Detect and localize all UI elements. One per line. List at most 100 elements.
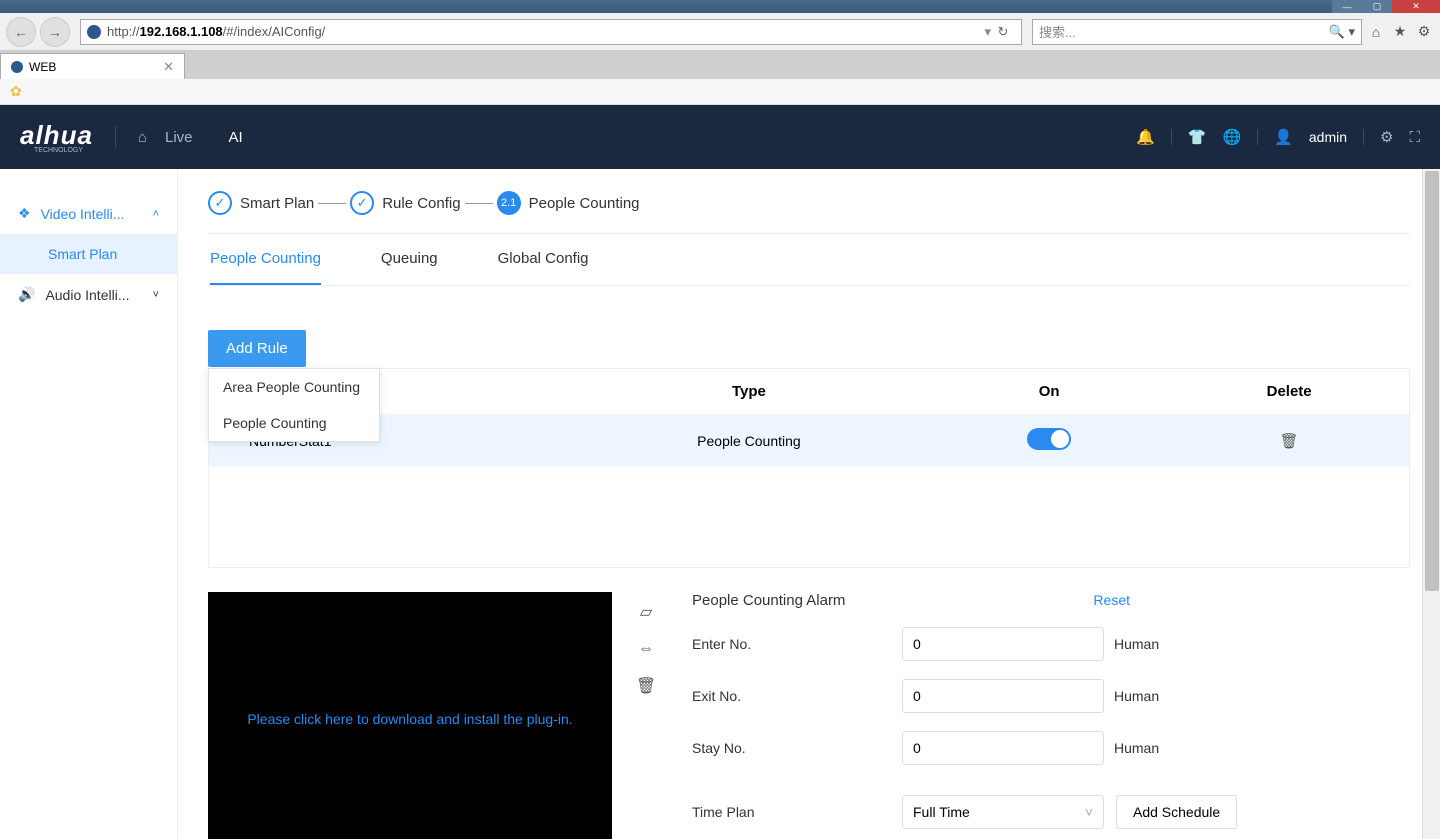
plugin-install-link[interactable]: Please click here to download and instal… <box>247 711 572 727</box>
step-badge: 2.1 <box>497 191 521 215</box>
label-stay-no: Stay No. <box>692 740 902 756</box>
sidebar-label: Audio Intelli... <box>45 287 129 303</box>
move-icon[interactable]: ⇔ <box>638 640 654 658</box>
favorites-icon[interactable]: ★ <box>1390 23 1410 40</box>
select-time-plan[interactable]: Full Time ˅ <box>902 795 1104 829</box>
browser-tab-strip: WEB ✕ <box>0 51 1440 79</box>
audio-icon: 🔊 <box>18 286 35 303</box>
tab-close-icon[interactable]: ✕ <box>163 59 174 75</box>
logo: alhua TECHNOLOGY <box>20 120 93 154</box>
col-type: Type <box>569 369 929 415</box>
polygon-icon[interactable]: ▱ <box>640 602 652 622</box>
alarm-form: People Counting Alarm Reset Enter No. Hu… <box>680 592 1410 839</box>
tab-global-config[interactable]: Global Config <box>498 234 589 285</box>
input-stay-no[interactable] <box>902 731 1104 765</box>
url-bar[interactable]: http://192.168.1.108/#/index/AIConfig/ ▾… <box>80 19 1022 45</box>
forward-button[interactable]: → <box>40 17 70 47</box>
window-minimize-button[interactable]: — <box>1332 0 1362 13</box>
form-row-exit: Exit No. Human <box>692 679 1410 713</box>
vertical-scrollbar[interactable] <box>1422 169 1440 839</box>
unit-human: Human <box>1114 740 1159 756</box>
step-smart-plan[interactable]: ✓ Smart Plan <box>208 191 314 215</box>
browser-tab[interactable]: WEB ✕ <box>0 53 185 79</box>
step-people-counting[interactable]: 2.1 People Counting <box>497 191 640 215</box>
table-row[interactable]: NumberStat1 People Counting 🗑 <box>209 414 1410 467</box>
tab-queuing[interactable]: Queuing <box>381 234 438 285</box>
cell-type: People Counting <box>569 414 929 467</box>
breadcrumb-steps: ✓ Smart Plan ✓ Rule Config 2.1 People Co… <box>208 169 1410 234</box>
user-label[interactable]: admin <box>1309 129 1347 145</box>
form-row-stay: Stay No. Human <box>692 731 1410 765</box>
step-label: Smart Plan <box>240 195 314 212</box>
divider <box>1171 129 1172 145</box>
form-row-time-plan: Time Plan Full Time ˅ Add Schedule <box>692 795 1410 829</box>
trash-icon[interactable]: 🗑 <box>1280 433 1299 450</box>
input-exit-no[interactable] <box>902 679 1104 713</box>
shirt-icon[interactable]: 👕 <box>1188 128 1207 146</box>
chevron-down-icon: ˅ <box>153 289 159 301</box>
step-rule-config[interactable]: ✓ Rule Config <box>350 191 460 215</box>
add-rule-button[interactable]: Add Rule <box>208 330 306 367</box>
divider <box>1257 129 1258 145</box>
window-maximize-button[interactable]: ▢ <box>1362 0 1392 13</box>
trash-icon[interactable]: 🗑 <box>636 676 656 696</box>
form-title: People Counting Alarm <box>692 592 845 609</box>
sidebar-label: Video Intelli... <box>41 206 125 222</box>
cube-icon: ❖ <box>18 205 31 222</box>
bookmark-star-icon[interactable]: ✿ <box>10 83 22 100</box>
table-header-row: Name Type On Delete <box>209 369 1410 415</box>
nav-live[interactable]: Live <box>147 129 211 146</box>
tab-people-counting[interactable]: People Counting <box>210 234 321 285</box>
search-placeholder: 搜索... <box>1039 22 1076 41</box>
col-delete: Delete <box>1169 369 1409 415</box>
scrollbar-thumb[interactable] <box>1425 171 1439 591</box>
dropdown-item-area-people-counting[interactable]: Area People Counting <box>209 369 379 405</box>
sidebar-item-audio-intelli[interactable]: 🔊 Audio Intelli... ˅ <box>0 274 177 315</box>
settings-gear-icon[interactable]: ⚙ <box>1414 23 1434 40</box>
browser-search-bar[interactable]: 搜索... 🔍 ▾ <box>1032 19 1362 45</box>
browser-titlebar: — ▢ ✕ <box>0 0 1440 13</box>
toggle-on[interactable] <box>1027 428 1071 450</box>
config-row: Please click here to download and instal… <box>208 592 1410 839</box>
label-exit-no: Exit No. <box>692 688 902 704</box>
label-enter-no: Enter No. <box>692 636 902 652</box>
bell-icon[interactable]: 🔔 <box>1136 128 1155 146</box>
home-nav-icon[interactable]: ⌂ <box>138 129 147 146</box>
window-controls: — ▢ ✕ <box>1332 0 1440 13</box>
fullscreen-icon[interactable]: ⛶ <box>1409 129 1420 146</box>
cell-delete: 🗑 <box>1169 414 1409 467</box>
refresh-button[interactable]: ↻ <box>991 24 1015 40</box>
content: ✓ Smart Plan ✓ Rule Config 2.1 People Co… <box>178 169 1440 839</box>
back-button[interactable]: ← <box>6 17 36 47</box>
browser-toolbar: ← → http://192.168.1.108/#/index/AIConfi… <box>0 13 1440 51</box>
step-label: Rule Config <box>382 195 460 212</box>
window-close-button[interactable]: ✕ <box>1392 0 1440 13</box>
nav-ai[interactable]: AI <box>211 129 261 146</box>
sidebar-item-video-intelli[interactable]: ❖ Video Intelli... ˄ <box>0 193 177 234</box>
form-header: People Counting Alarm Reset <box>692 592 1410 609</box>
video-preview[interactable]: Please click here to download and instal… <box>208 592 612 839</box>
gear-icon[interactable]: ⚙ <box>1380 128 1393 146</box>
bookmark-bar: ✿ <box>0 79 1440 105</box>
cell-on <box>929 414 1169 467</box>
unit-human: Human <box>1114 636 1159 652</box>
header-divider <box>115 126 116 148</box>
add-schedule-button[interactable]: Add Schedule <box>1116 795 1237 829</box>
form-row-enter: Enter No. Human <box>692 627 1410 661</box>
reset-link[interactable]: Reset <box>1093 592 1130 608</box>
dropdown-item-people-counting[interactable]: People Counting <box>209 405 379 441</box>
divider <box>1363 129 1364 145</box>
tab-favicon-icon <box>11 61 23 73</box>
sidebar-sub-smart-plan[interactable]: Smart Plan <box>0 234 177 274</box>
unit-human: Human <box>1114 688 1159 704</box>
site-favicon-icon <box>87 25 101 39</box>
globe-icon[interactable]: 🌐 <box>1223 128 1242 146</box>
search-icon[interactable]: 🔍 ▾ <box>1329 24 1355 40</box>
label-time-plan: Time Plan <box>692 804 902 820</box>
step-label: People Counting <box>529 195 640 212</box>
url-text: http://192.168.1.108/#/index/AIConfig/ <box>107 24 325 39</box>
check-icon: ✓ <box>208 191 232 215</box>
input-enter-no[interactable] <box>902 627 1104 661</box>
home-icon[interactable]: ⌂ <box>1366 24 1386 40</box>
add-rule-dropdown: Area People Counting People Counting <box>208 368 380 442</box>
